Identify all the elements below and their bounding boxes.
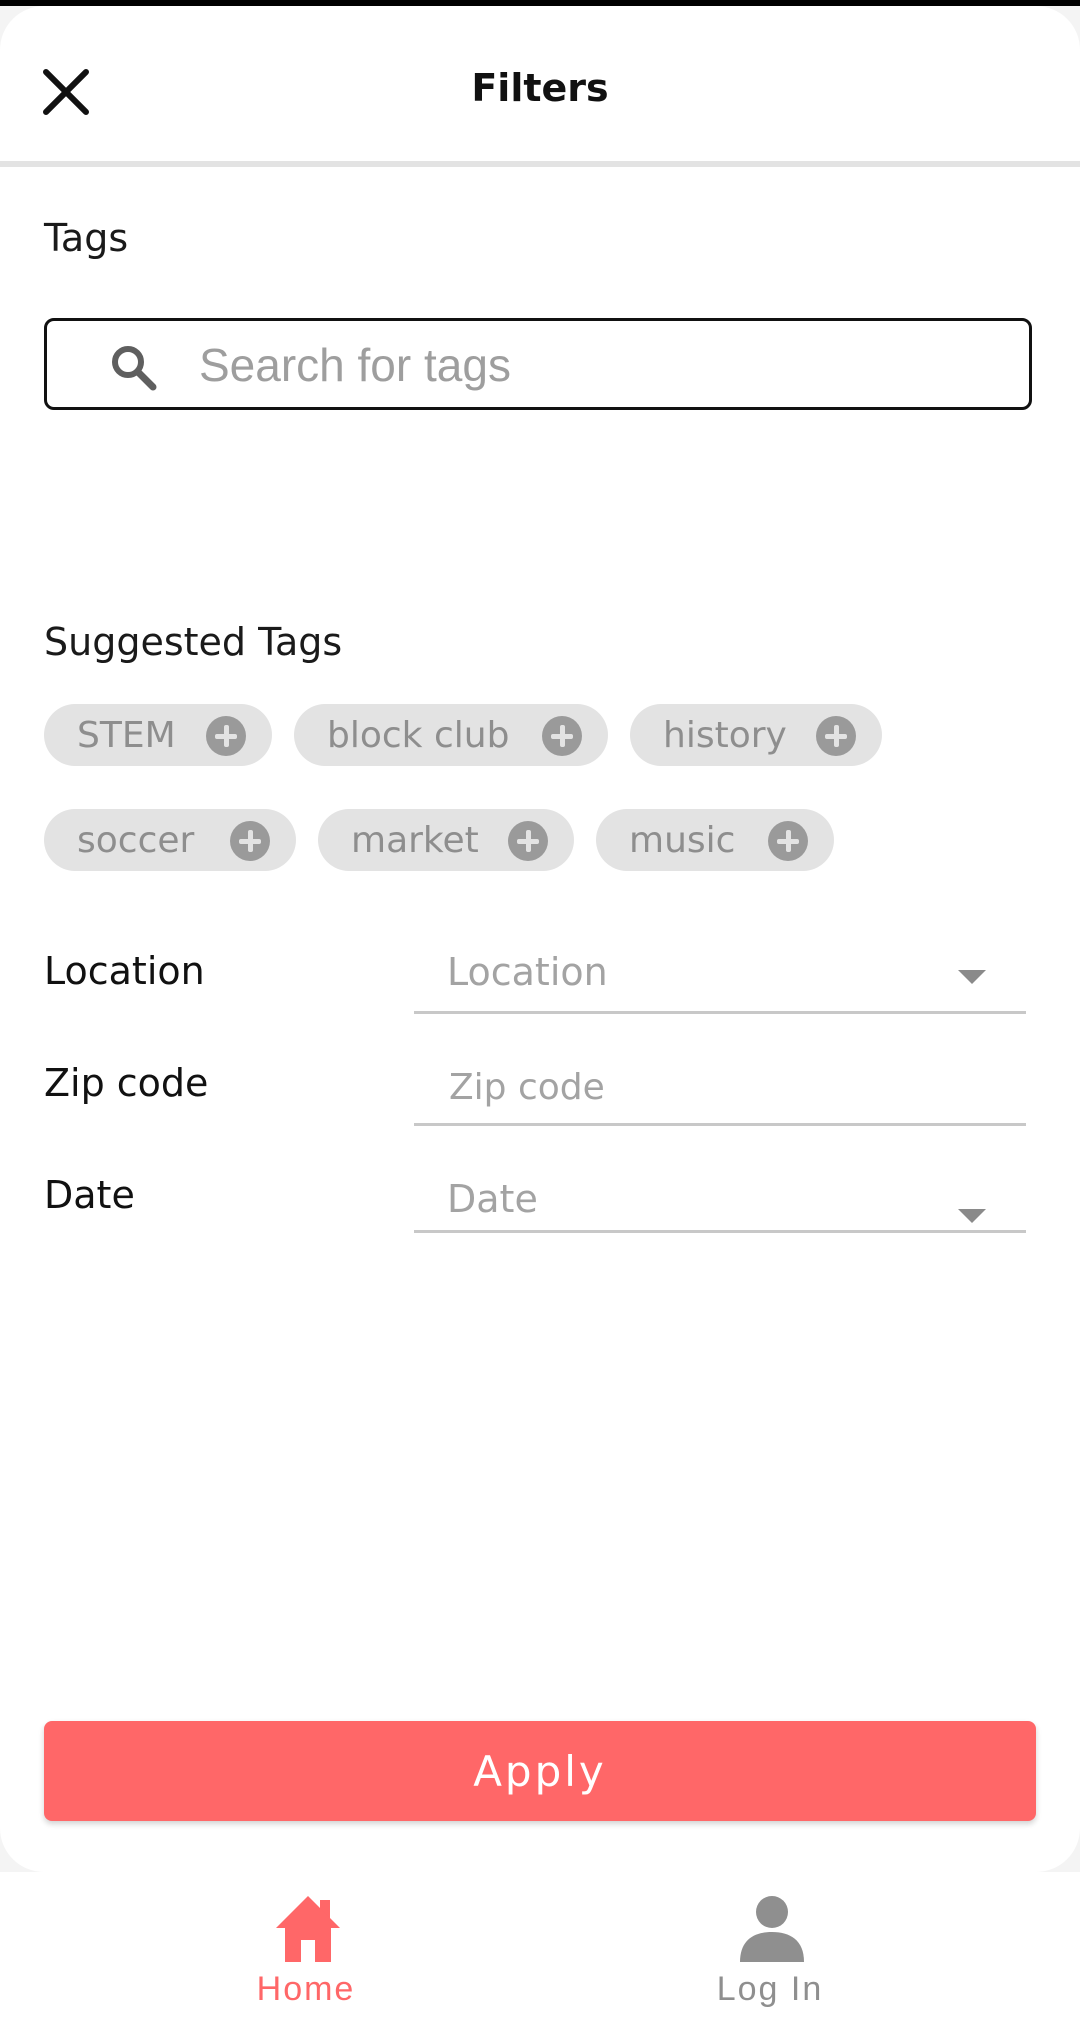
filters-header: Filters (0, 6, 1080, 167)
suggested-tags-label: Suggested Tags (44, 620, 343, 664)
add-tag-icon[interactable] (768, 821, 808, 861)
tag-chip-history[interactable]: history (630, 704, 882, 766)
add-tag-icon[interactable] (542, 716, 582, 756)
tag-chip-label: music (629, 819, 736, 861)
add-tag-icon[interactable] (508, 821, 548, 861)
tag-chip-label: history (663, 714, 787, 756)
date-placeholder: Date (447, 1177, 538, 1221)
tag-chip-label: STEM (77, 714, 176, 756)
add-tag-icon[interactable] (230, 821, 270, 861)
zip-code-input[interactable] (447, 1062, 991, 1112)
tag-chip-block-club[interactable]: block club (294, 704, 608, 766)
chevron-down-icon (958, 1209, 986, 1223)
nav-label-home: Home (256, 1970, 356, 2008)
location-placeholder: Location (447, 950, 608, 994)
tag-chip-label: market (351, 819, 479, 861)
page-title: Filters (471, 66, 609, 110)
chevron-down-icon (958, 970, 986, 984)
home-icon (276, 1896, 340, 1962)
bottom-nav: Home Log In (0, 1872, 1080, 2027)
nav-item-home[interactable]: Home (36, 1872, 576, 2027)
date-label: Date (44, 1173, 135, 1217)
tag-search-box[interactable] (44, 318, 1032, 410)
tag-search-input[interactable] (197, 331, 1001, 399)
date-select[interactable]: Date (414, 1171, 1026, 1233)
tag-chip-soccer[interactable]: soccer (44, 809, 296, 871)
zip-code-field[interactable] (414, 1056, 1026, 1126)
nav-label-login: Log In (716, 1970, 824, 2008)
zip-code-label: Zip code (44, 1061, 209, 1105)
search-icon (112, 346, 157, 391)
apply-button[interactable]: Apply (44, 1721, 1036, 1821)
location-select[interactable]: Location (414, 936, 1026, 1014)
nav-item-login[interactable]: Log In (500, 1872, 1040, 2027)
filters-sheet: Filters Tags Suggested Tags STEM block c… (0, 6, 1080, 1872)
add-tag-icon[interactable] (206, 716, 246, 756)
tag-chip-stem[interactable]: STEM (44, 704, 272, 766)
tag-chip-label: block club (327, 714, 510, 756)
tag-chip-market[interactable]: market (318, 809, 574, 871)
tag-chip-music[interactable]: music (596, 809, 834, 871)
location-label: Location (44, 949, 205, 993)
tags-label: Tags (44, 216, 129, 260)
tag-chip-label: soccer (77, 819, 195, 861)
add-tag-icon[interactable] (816, 716, 856, 756)
filters-screen: Filters Tags Suggested Tags STEM block c… (0, 0, 1080, 2027)
person-icon (740, 1896, 804, 1962)
